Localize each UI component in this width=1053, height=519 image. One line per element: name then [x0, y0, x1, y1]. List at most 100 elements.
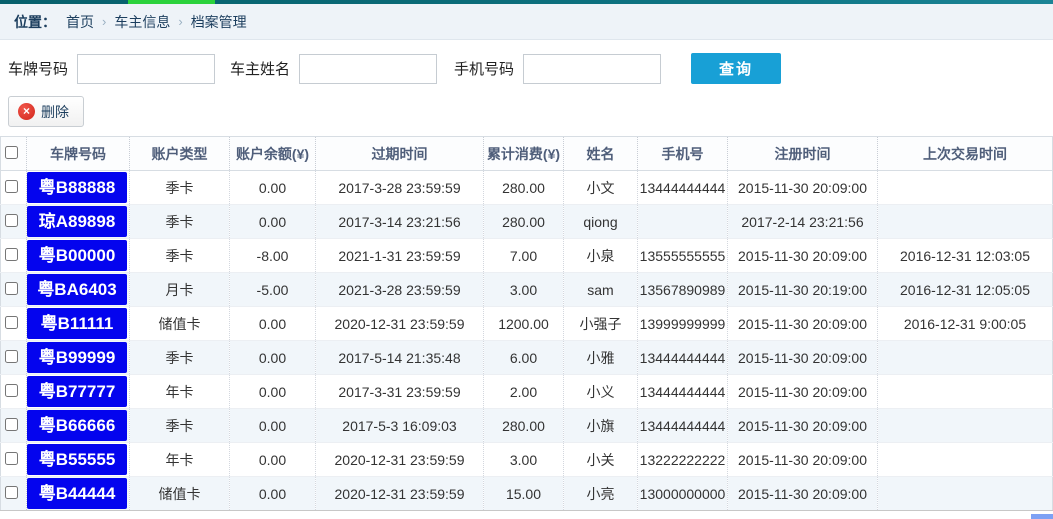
register-time-cell: 2015-11-30 20:09:00: [728, 171, 878, 205]
license-plate-badge[interactable]: 粤B66666: [27, 410, 127, 441]
name-cell: 小雅: [564, 341, 638, 375]
row-checkbox[interactable]: [5, 316, 18, 329]
row-checkbox[interactable]: [5, 486, 18, 499]
column-header: 上次交易时间: [878, 137, 1053, 171]
owners-table: 车牌号码账户类型账户余额(¥)过期时间累计消费(¥)姓名手机号注册时间上次交易时…: [0, 136, 1053, 511]
row-checkbox[interactable]: [5, 350, 18, 363]
table-row: 粤B99999 季卡 0.00 2017-5-14 21:35:48 6.00 …: [1, 341, 1053, 375]
name-cell: sam: [564, 273, 638, 307]
phone-number-label: 手机号码: [454, 58, 514, 79]
last-trade-time-cell: 2016-12-31 9:00:05: [878, 307, 1053, 341]
row-checkbox-cell: [1, 375, 27, 409]
table-body: 粤B88888 季卡 0.00 2017-3-28 23:59:59 280.0…: [1, 171, 1053, 511]
toolbar: × 删除: [0, 96, 1053, 136]
owner-name-label: 车主姓名: [230, 58, 290, 79]
row-checkbox-cell: [1, 443, 27, 477]
chevron-right-icon: ›: [102, 14, 106, 29]
license-plate-badge[interactable]: 粤B88888: [27, 172, 127, 203]
account-type-cell: 季卡: [130, 205, 230, 239]
column-header: 账户余额(¥): [230, 137, 316, 171]
row-checkbox-cell: [1, 205, 27, 239]
breadcrumb-item-owner-info[interactable]: 车主信息: [114, 12, 170, 32]
license-plate-badge[interactable]: 粤B44444: [27, 478, 127, 509]
license-plate-badge[interactable]: 粤B99999: [27, 342, 127, 373]
breadcrumb-item-home[interactable]: 首页: [66, 12, 94, 32]
expire-time-cell: 2017-3-31 23:59:59: [316, 375, 484, 409]
table-row: 粤B55555 年卡 0.00 2020-12-31 23:59:59 3.00…: [1, 443, 1053, 477]
account-type-cell: 年卡: [130, 375, 230, 409]
account-type-cell: 季卡: [130, 171, 230, 205]
license-plate-badge[interactable]: 粤B77777: [27, 376, 127, 407]
row-checkbox[interactable]: [5, 282, 18, 295]
expire-time-cell: 2021-3-28 23:59:59: [316, 273, 484, 307]
name-cell: 小义: [564, 375, 638, 409]
select-all-checkbox[interactable]: [5, 146, 18, 159]
row-checkbox[interactable]: [5, 384, 18, 397]
account-type-cell: 储值卡: [130, 307, 230, 341]
owner-name-input[interactable]: [299, 54, 437, 84]
license-plate-badge[interactable]: 粤B00000: [27, 240, 127, 271]
column-header: 车牌号码: [27, 137, 130, 171]
phone-cell: 13000000000: [638, 477, 728, 511]
phone-cell: 13444444444: [638, 375, 728, 409]
table-row: 粤B44444 储值卡 0.00 2020-12-31 23:59:59 15.…: [1, 477, 1053, 511]
register-time-cell: 2015-11-30 20:09:00: [728, 341, 878, 375]
consumed-cell: 15.00: [484, 477, 564, 511]
register-time-cell: 2017-2-14 23:21:56: [728, 205, 878, 239]
register-time-cell: 2015-11-30 20:09:00: [728, 375, 878, 409]
row-checkbox[interactable]: [5, 180, 18, 193]
table-header: 车牌号码账户类型账户余额(¥)过期时间累计消费(¥)姓名手机号注册时间上次交易时…: [1, 137, 1053, 171]
license-plate-badge[interactable]: 粤B55555: [27, 444, 127, 475]
account-type-cell: 季卡: [130, 409, 230, 443]
expire-time-cell: 2020-12-31 23:59:59: [316, 307, 484, 341]
last-trade-time-cell: 2016-12-31 12:03:05: [878, 239, 1053, 273]
row-checkbox[interactable]: [5, 248, 18, 261]
query-button[interactable]: 查询: [691, 53, 781, 84]
delete-button[interactable]: × 删除: [8, 96, 84, 127]
license-plate-badge[interactable]: 粤B11111: [27, 308, 127, 339]
account-type-cell: 储值卡: [130, 477, 230, 511]
table-row: 粤B77777 年卡 0.00 2017-3-31 23:59:59 2.00 …: [1, 375, 1053, 409]
table-row: 琼A89898 季卡 0.00 2017-3-14 23:21:56 280.0…: [1, 205, 1053, 239]
balance-cell: -8.00: [230, 239, 316, 273]
expire-time-cell: 2017-5-3 16:09:03: [316, 409, 484, 443]
register-time-cell: 2015-11-30 20:19:00: [728, 273, 878, 307]
expire-time-cell: 2017-5-14 21:35:48: [316, 341, 484, 375]
consumed-cell: 2.00: [484, 375, 564, 409]
phone-number-input[interactable]: [523, 54, 661, 84]
row-checkbox-cell: [1, 341, 27, 375]
expire-time-cell: 2017-3-28 23:59:59: [316, 171, 484, 205]
last-trade-time-cell: [878, 375, 1053, 409]
horizontal-scrollbar-thumb[interactable]: [1031, 514, 1053, 519]
plate-number-input[interactable]: [77, 54, 215, 84]
account-type-cell: 年卡: [130, 443, 230, 477]
column-header: 过期时间: [316, 137, 484, 171]
license-plate-badge[interactable]: 琼A89898: [27, 206, 127, 237]
phone-cell: 13444444444: [638, 171, 728, 205]
breadcrumb: 位置： 首页 › 车主信息 › 档案管理: [0, 4, 1053, 40]
account-type-cell: 季卡: [130, 239, 230, 273]
breadcrumb-item-archive-mgmt[interactable]: 档案管理: [191, 12, 247, 32]
name-cell: 小亮: [564, 477, 638, 511]
row-checkbox-cell: [1, 171, 27, 205]
breadcrumb-location-label: 位置：: [14, 12, 56, 32]
consumed-cell: 280.00: [484, 205, 564, 239]
phone-cell: [638, 205, 728, 239]
expire-time-cell: 2020-12-31 23:59:59: [316, 443, 484, 477]
expire-time-cell: 2021-1-31 23:59:59: [316, 239, 484, 273]
row-checkbox[interactable]: [5, 418, 18, 431]
license-plate-badge[interactable]: 粤BA6403: [27, 274, 127, 305]
balance-cell: 0.00: [230, 477, 316, 511]
balance-cell: -5.00: [230, 273, 316, 307]
search-bar: 车牌号码 车主姓名 手机号码 查询: [0, 40, 1053, 96]
row-checkbox[interactable]: [5, 452, 18, 465]
balance-cell: 0.00: [230, 307, 316, 341]
top-status-bar: [0, 0, 1053, 4]
expire-time-cell: 2017-3-14 23:21:56: [316, 205, 484, 239]
row-checkbox[interactable]: [5, 214, 18, 227]
balance-cell: 0.00: [230, 205, 316, 239]
consumed-cell: 6.00: [484, 341, 564, 375]
register-time-cell: 2015-11-30 20:09:00: [728, 307, 878, 341]
name-cell: 小文: [564, 171, 638, 205]
phone-cell: 13444444444: [638, 341, 728, 375]
